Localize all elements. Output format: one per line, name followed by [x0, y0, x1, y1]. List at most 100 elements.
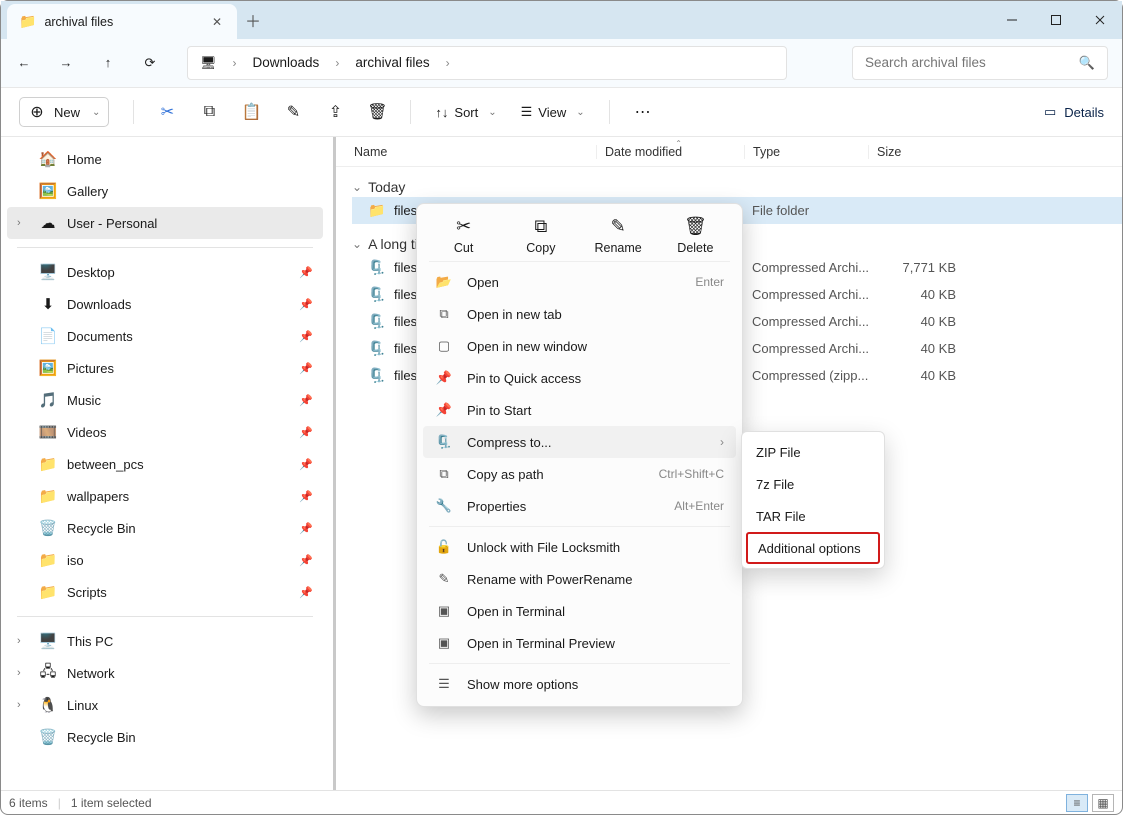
ctx-delete-button[interactable]: 🗑Delete — [660, 216, 730, 255]
sort-icon: ↑↓ — [435, 105, 448, 120]
column-header-date[interactable]: ⌃ Date modified — [596, 145, 744, 159]
more-icon[interactable]: ⋯ — [634, 103, 652, 121]
sidebar-item-label: User - Personal — [67, 216, 157, 231]
forward-button[interactable]: → — [57, 54, 75, 72]
search-icon: 🔍 — [1079, 55, 1095, 71]
column-header-name[interactable]: Name — [336, 145, 596, 159]
breadcrumb-item[interactable]: Downloads — [253, 55, 320, 70]
sidebar-item-desktop[interactable]: 🖥️Desktop📌 — [7, 256, 323, 288]
column-header-size[interactable]: Size — [868, 145, 952, 159]
sidebar-item-this-pc[interactable]: ›🖥️This PC — [7, 625, 323, 657]
sidebar-item-pictures[interactable]: 🖼️Pictures📌 — [7, 352, 323, 384]
navigation-sidebar[interactable]: 🏠Home🖼️Gallery › ☁ User - Personal 🖥️Deskto… — [1, 137, 336, 790]
expand-icon[interactable]: › — [17, 635, 21, 647]
sort-button[interactable]: ↑↓ Sort ⌄ — [435, 105, 496, 120]
new-tab-button[interactable]: ＋ — [237, 1, 269, 39]
view-icon: ☰ — [521, 104, 533, 120]
paste-icon[interactable]: 📋 — [242, 103, 260, 121]
chevron-right-icon: › — [335, 56, 339, 70]
ctx-top-label: Cut — [454, 241, 473, 255]
share-icon[interactable]: ⇪ — [326, 103, 344, 121]
up-button[interactable]: ↑ — [99, 54, 117, 72]
sidebar-item-between-pcs[interactable]: 📁between_pcs📌 — [7, 448, 323, 480]
ctx-item-open[interactable]: 📂OpenEnter — [423, 266, 736, 298]
ctx-top-label: Rename — [595, 241, 642, 255]
close-tab-icon[interactable]: ✕ — [209, 14, 225, 30]
ctx-item-open-new-tab[interactable]: ⧉Open in new tab — [423, 298, 736, 330]
submenu-item-tar-file[interactable]: TAR File — [746, 500, 880, 532]
sidebar-item-music[interactable]: 🎵Music📌 — [7, 384, 323, 416]
back-button[interactable]: ← — [15, 54, 33, 72]
sidebar-item-recycle-bin1[interactable]: 🗑️Recycle Bin📌 — [7, 512, 323, 544]
sidebar-item-gallery[interactable]: 🖼️Gallery — [7, 175, 323, 207]
pin-icon: 📌 — [299, 554, 313, 567]
close-window-button[interactable] — [1078, 1, 1122, 39]
submenu-item-additional-options[interactable]: Additional options — [746, 532, 880, 564]
more-icon: ☰ — [435, 675, 453, 693]
sidebar-item-recycle-bin2[interactable]: 🗑️Recycle Bin — [7, 721, 323, 753]
submenu-item-zip-file[interactable]: ZIP File — [746, 436, 880, 468]
rename-icon[interactable]: ✎ — [284, 103, 302, 121]
details-pane-button[interactable]: ▭ Details — [1044, 104, 1104, 120]
cut-icon[interactable]: ✂ — [158, 103, 176, 121]
thumbnails-view-button[interactable]: ▦ — [1092, 794, 1114, 812]
sidebar-item-network[interactable]: ›🖧Network — [7, 657, 323, 689]
folder-icon: 📂 — [435, 273, 453, 291]
sidebar-item-label: Videos — [67, 425, 107, 440]
details-icon: ▭ — [1044, 104, 1056, 120]
breadcrumb[interactable]: 🖥 › Downloads › archival files › — [187, 46, 787, 80]
delete-icon[interactable]: 🗑 — [368, 103, 386, 121]
user-personal-icon: ☁ — [39, 214, 57, 232]
ctx-item-properties[interactable]: 🔧PropertiesAlt+Enter — [423, 490, 736, 522]
sidebar-item-linux[interactable]: ›🐧Linux — [7, 689, 323, 721]
sidebar-item-home[interactable]: 🏠Home — [7, 143, 323, 175]
search-input[interactable] — [865, 55, 1079, 70]
copy-icon[interactable]: ⧉ — [200, 103, 218, 121]
status-separator: | — [58, 796, 61, 810]
sidebar-item-user-personal[interactable]: › ☁ User - Personal — [7, 207, 323, 239]
ctx-item-hint: Enter — [695, 275, 724, 289]
sidebar-item-scripts[interactable]: 📁Scripts📌 — [7, 576, 323, 608]
ctx-item-pin-quick-access[interactable]: 📌Pin to Quick access — [423, 362, 736, 394]
ctx-item-open-terminal[interactable]: ▣Open in Terminal — [423, 595, 736, 627]
window-tab[interactable]: 📁 archival files ✕ — [7, 4, 237, 39]
sidebar-item-downloads[interactable]: ⬇Downloads📌 — [7, 288, 323, 320]
ctx-item-open-terminal-preview[interactable]: ▣Open in Terminal Preview — [423, 627, 736, 659]
ctx-item-compress-to[interactable]: 🗜️Compress to...› — [423, 426, 736, 458]
details-view-button[interactable]: ≡ — [1066, 794, 1088, 812]
sidebar-item-documents[interactable]: 📄Documents📌 — [7, 320, 323, 352]
new-button[interactable]: ⊕ New ⌄ — [19, 97, 109, 127]
ctx-item-hint: Ctrl+Shift+C — [659, 467, 724, 481]
view-button[interactable]: ☰ View ⌄ — [521, 104, 585, 120]
ctx-item-rename-powerrename[interactable]: ✎Rename with PowerRename — [423, 563, 736, 595]
ctx-item-show-more-options[interactable]: ☰Show more options — [423, 668, 736, 700]
sidebar-item-videos[interactable]: 🎞️Videos📌 — [7, 416, 323, 448]
pin-icon: 📌 — [299, 330, 313, 343]
minimize-button[interactable] — [990, 1, 1034, 39]
copypath-icon: ⧉ — [435, 465, 453, 483]
ctx-top-label: Copy — [526, 241, 555, 255]
sidebar-item-wallpapers[interactable]: 📁wallpapers📌 — [7, 480, 323, 512]
ctx-item-open-new-window[interactable]: ▢Open in new window — [423, 330, 736, 362]
expand-icon[interactable]: › — [17, 667, 21, 679]
ctx-rename-button[interactable]: ✎Rename — [583, 216, 653, 255]
refresh-button[interactable]: ⟳ — [141, 54, 159, 72]
column-header-type[interactable]: Type — [744, 145, 868, 159]
ctx-copy-button[interactable]: ⧉Copy — [506, 216, 576, 255]
ctx-item-copy-as-path[interactable]: ⧉Copy as pathCtrl+Shift+C — [423, 458, 736, 490]
recycle-bin2-icon: 🗑️ — [39, 728, 57, 746]
ctx-item-unlock-filelocksmith[interactable]: 🔓Unlock with File Locksmith — [423, 531, 736, 563]
ctx-item-pin-start[interactable]: 📌Pin to Start — [423, 394, 736, 426]
breadcrumb-item[interactable]: archival files — [355, 55, 429, 70]
expand-icon[interactable]: › — [17, 217, 21, 229]
expand-icon[interactable]: › — [17, 699, 21, 711]
column-header-date-label: Date modified — [605, 145, 682, 159]
group-header[interactable]: ⌄Today — [352, 179, 1122, 195]
maximize-button[interactable] — [1034, 1, 1078, 39]
search-box[interactable]: 🔍 — [852, 46, 1108, 80]
sidebar-item-label: Documents — [67, 329, 133, 344]
ctx-item-label: Open in Terminal Preview — [467, 636, 724, 651]
ctx-cut-button[interactable]: ✂Cut — [429, 216, 499, 255]
submenu-item-7z-file[interactable]: 7z File — [746, 468, 880, 500]
sidebar-item-iso[interactable]: 📁iso📌 — [7, 544, 323, 576]
